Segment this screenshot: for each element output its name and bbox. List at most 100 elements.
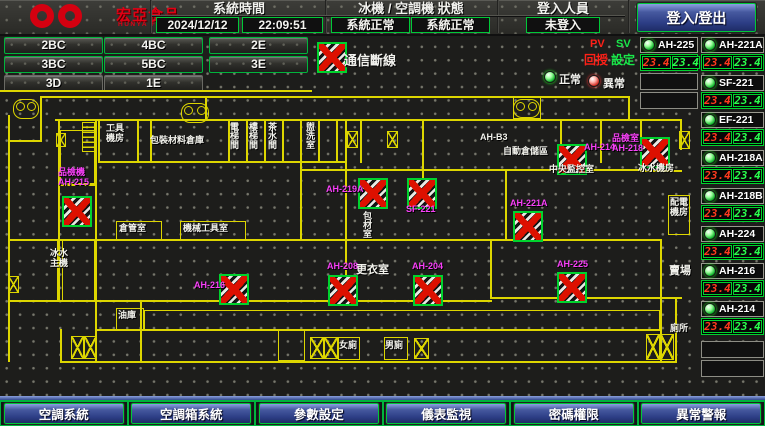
elevator-x-symbol: [8, 276, 19, 293]
wall-segment: [360, 119, 362, 163]
elevator-x-symbol: [56, 133, 66, 147]
hunya-logo-icon: [30, 4, 82, 28]
wall-segment: [60, 329, 62, 362]
nav-cell-3: 參數設定: [255, 401, 383, 426]
comm-fail-unit-icon[interactable]: [328, 275, 358, 306]
unit-status-SF-221[interactable]: SF-221: [701, 75, 764, 91]
elevator-x-symbol: [310, 337, 324, 359]
unit-tag-label: AH-219A: [326, 185, 364, 195]
room-label: AH-B3: [480, 132, 508, 142]
room-label: 電梯間: [229, 122, 238, 149]
room-label: 中央監控室: [549, 164, 594, 174]
chiller-ac-status-label: 冰機 / 空調機 狀態: [327, 1, 495, 16]
status-led-icon: [704, 265, 716, 277]
pv-value: 23.4: [642, 56, 671, 69]
room-label: 廁所: [670, 323, 688, 333]
room-label: 女廁: [339, 340, 357, 350]
floor-button-2BC[interactable]: 2BC: [4, 37, 103, 54]
wall-segment: [137, 119, 139, 163]
unit-status-AH-216[interactable]: AH-216: [701, 263, 764, 279]
empty-slot: [640, 92, 698, 109]
header-bar: 宏亞食品 HUNYA FOODS 系統時間 2024/12/12 22:09:5…: [0, 0, 765, 36]
unit-status-AH-218A[interactable]: AH-218A: [701, 150, 764, 166]
room-label: 冰水機房: [638, 163, 674, 173]
nav-button-1[interactable]: 空調系統: [4, 403, 124, 424]
room-outline: [278, 330, 305, 361]
unit-name-label: AH-214: [719, 303, 755, 315]
unit-tag-label: 品檢室AH-218: [612, 134, 643, 153]
login-status: 未登入: [526, 17, 600, 33]
nav-cell-1: 空調系統: [0, 401, 128, 426]
comm-fail-label: 通信斷線: [344, 50, 396, 69]
elevator-x-symbol: [679, 131, 690, 149]
wall-segment: [264, 119, 266, 163]
unit-name-label: AH-216: [719, 265, 755, 277]
wall-segment: [98, 119, 100, 163]
unit-tag-label: SF-221: [406, 205, 436, 215]
room-label: 樓梯間: [248, 122, 257, 149]
stair-icon: [513, 99, 540, 118]
nav-button-2[interactable]: 空調箱系統: [131, 403, 251, 424]
unit-status-AH-221A[interactable]: AH-221A: [701, 37, 764, 53]
wall-segment: [0, 90, 312, 92]
unit-name-label: AH-225: [658, 39, 694, 51]
wall-segment: [490, 239, 492, 299]
wall-segment: [600, 119, 602, 163]
wall-segment: [8, 239, 662, 241]
wall-segment: [8, 140, 42, 142]
elevator-x-symbol: [414, 338, 429, 359]
normal-legend-label: 正常: [559, 71, 581, 87]
nav-button-5[interactable]: 密碼權限: [514, 403, 634, 424]
status-led-icon: [704, 228, 716, 240]
nav-cell-4: 儀表監視: [383, 401, 511, 426]
sv-value: 23.4: [733, 207, 762, 220]
pv-value: 23.4: [703, 56, 732, 69]
unit-status-AH-225[interactable]: AH-225: [640, 37, 698, 53]
comm-fail-unit-icon[interactable]: [557, 272, 587, 303]
unit-tag-label: AH-208: [327, 262, 358, 272]
unit-status-AH-214[interactable]: AH-214: [701, 301, 764, 317]
wall-segment: [628, 96, 630, 121]
pv-value: 23.4: [703, 94, 732, 107]
pv-value: 23.4: [703, 245, 732, 258]
comm-fail-unit-icon[interactable]: [413, 275, 443, 306]
unit-tag-label: 品檢機AH-215: [58, 168, 89, 187]
room-outline: [144, 310, 660, 330]
sv-legend-label: SV: [616, 38, 631, 50]
unit-tag-label: AH-216: [194, 281, 225, 291]
login-logout-button[interactable]: 登入/登出: [637, 3, 756, 32]
header-divider: [628, 0, 630, 33]
empty-slot: [701, 360, 764, 377]
nav-cell-2: 空調箱系統: [128, 401, 256, 426]
nav-button-4[interactable]: 儀表監視: [386, 403, 506, 424]
nav-button-3[interactable]: 參數設定: [259, 403, 379, 424]
wall-segment: [336, 119, 338, 163]
nav-cell-5: 密碼權限: [510, 401, 638, 426]
comm-fail-unit-icon[interactable]: [513, 211, 543, 242]
comm-fail-unit-icon[interactable]: [62, 196, 92, 227]
floor-button-4BC[interactable]: 4BC: [104, 37, 203, 54]
comm-fail-legend-icon: [317, 42, 347, 73]
unit-status-AH-218B[interactable]: AH-218B: [701, 188, 764, 204]
room-label: 倉管室: [119, 223, 146, 233]
floor-button-3E[interactable]: 3E: [209, 56, 308, 73]
stair-icon: [13, 99, 39, 119]
floor-button-3BC[interactable]: 3BC: [4, 56, 103, 73]
unit-status-EF-221[interactable]: EF-221: [701, 112, 764, 128]
status-led-icon: [704, 190, 716, 202]
stair-icon: [181, 103, 209, 123]
unit-values-AH-221A: 23.423.4: [701, 54, 764, 71]
ac-status: 系統正常: [411, 17, 490, 33]
unit-name-label: SF-221: [719, 77, 753, 89]
room-label: 包裝材料倉庫: [150, 135, 204, 145]
floor-button-5BC[interactable]: 5BC: [104, 56, 203, 73]
unit-name-label: AH-218A: [719, 152, 763, 164]
pv-value: 23.4: [703, 320, 732, 333]
floor-button-2E[interactable]: 2E: [209, 37, 308, 54]
unit-status-AH-224[interactable]: AH-224: [701, 226, 764, 242]
nav-button-6[interactable]: 異常警報: [641, 403, 761, 424]
unit-tag-label: AH-214: [584, 143, 615, 153]
status-led-icon: [704, 77, 716, 89]
wall-segment: [40, 96, 42, 142]
room-label: 冰水主機: [50, 248, 68, 268]
